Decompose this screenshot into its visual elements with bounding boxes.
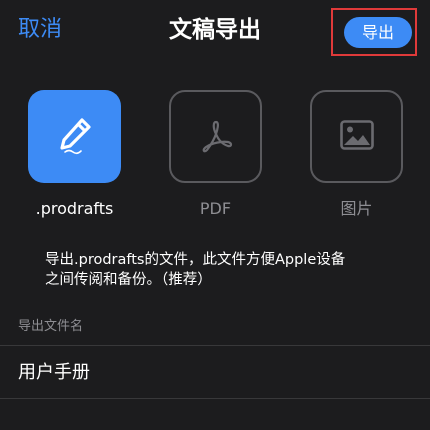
format-label-prodrafts: .prodrafts xyxy=(35,199,114,218)
pdf-icon xyxy=(197,116,235,158)
divider-bottom xyxy=(0,398,430,399)
format-tile-prodrafts[interactable] xyxy=(28,90,121,183)
image-icon xyxy=(339,119,374,154)
format-option-image[interactable]: 图片 xyxy=(310,90,403,220)
description-line-2: 之间传阅和备份。（推荐） xyxy=(45,272,212,288)
format-tile-image[interactable] xyxy=(310,90,403,183)
filename-input[interactable] xyxy=(18,358,418,388)
format-option-prodrafts[interactable]: .prodrafts xyxy=(28,90,121,220)
format-description: 导出.prodrafts的文件，此文件方便Apple设备 之间传阅和备份。（推荐… xyxy=(45,250,395,290)
divider-top xyxy=(0,345,430,346)
description-line-1: 导出.prodrafts的文件，此文件方便Apple设备 xyxy=(45,252,346,268)
format-option-pdf[interactable]: PDF xyxy=(169,90,262,220)
format-label-pdf: PDF xyxy=(199,199,232,218)
top-bar: 取消 文稿导出 导出 xyxy=(0,0,430,64)
format-tile-pdf[interactable] xyxy=(169,90,262,183)
format-label-image: 图片 xyxy=(340,199,373,218)
export-button[interactable]: 导出 xyxy=(344,17,412,48)
pencil-icon xyxy=(53,113,97,161)
filename-section-label: 导出文件名 xyxy=(18,319,84,334)
